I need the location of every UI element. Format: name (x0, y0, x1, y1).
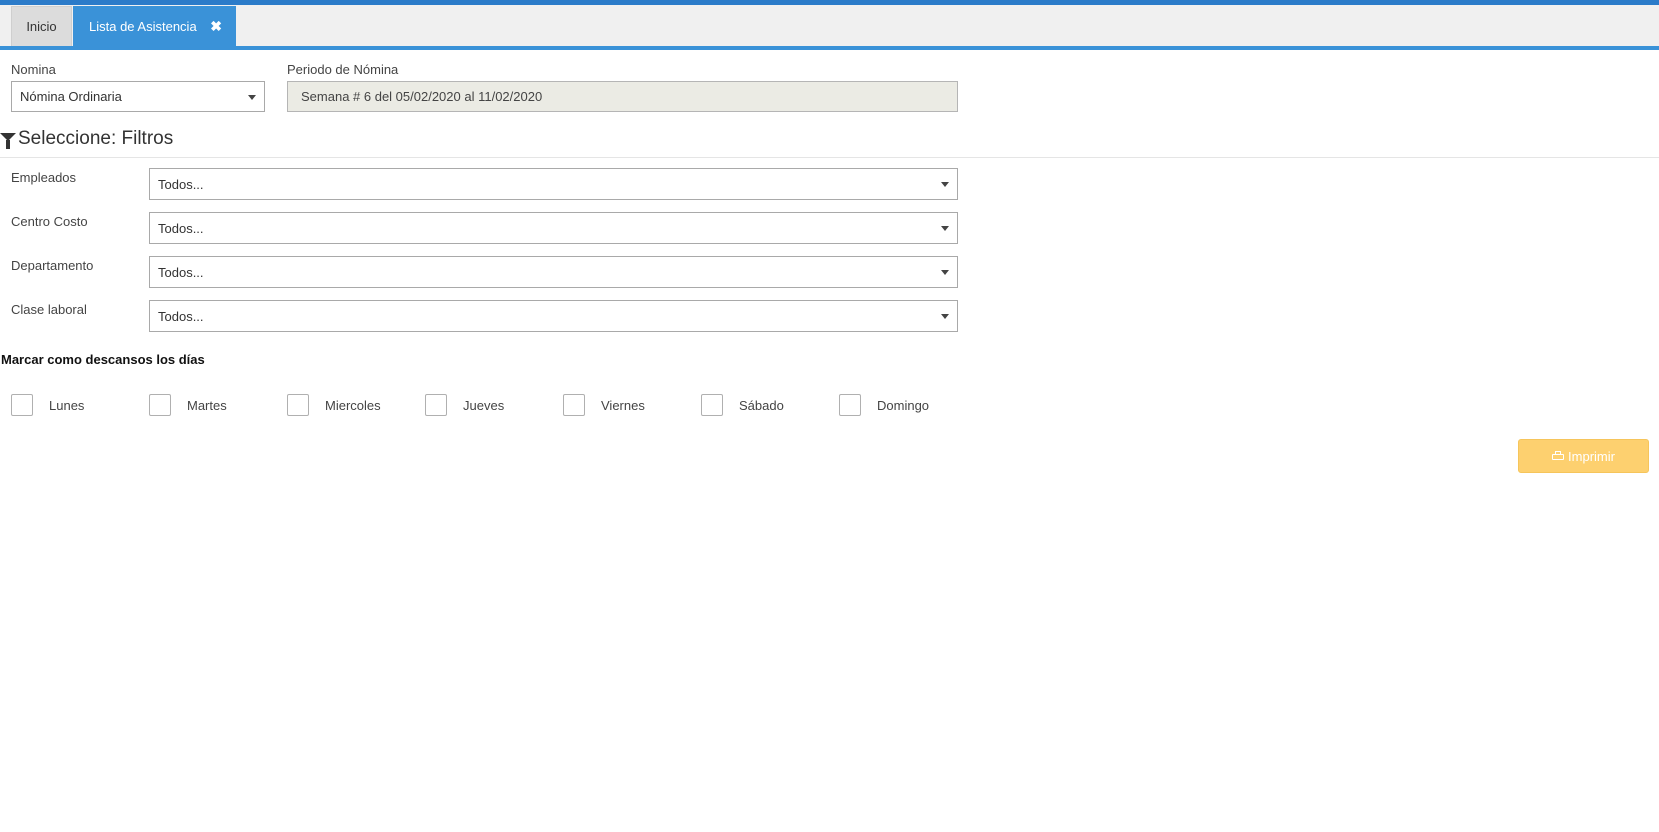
nomina-select-value: Nómina Ordinaria (20, 89, 122, 104)
departamento-select-value: Todos... (158, 264, 204, 280)
filter-label-centro-costo: Centro Costo (11, 214, 88, 229)
chevron-down-icon (941, 226, 949, 231)
tab-strip (0, 5, 1659, 46)
checkbox-sabado[interactable] (701, 394, 723, 416)
filters-title-text: Seleccione: Filtros (18, 128, 174, 149)
checkbox-label-lunes: Lunes (49, 398, 85, 413)
empleados-select[interactable]: Todos... (149, 168, 958, 200)
chevron-down-icon (248, 94, 256, 100)
centro-costo-select-value: Todos... (158, 220, 204, 236)
close-tab-icon[interactable]: ✖ (210, 18, 222, 35)
departamento-select[interactable]: Todos... (149, 256, 958, 288)
nomina-label: Nomina (11, 62, 56, 77)
filters-title: Seleccione: Filtros (0, 128, 173, 150)
filter-label-clase-laboral: Clase laboral (11, 302, 87, 317)
section-divider (0, 157, 1659, 158)
periodo-field: Semana # 6 del 05/02/2020 al 11/02/2020 (287, 81, 958, 112)
tab-inicio[interactable]: Inicio (11, 6, 72, 46)
checkbox-label-jueves: Jueves (463, 398, 505, 413)
clase-laboral-select[interactable]: Todos... (149, 300, 958, 332)
checkbox-label-viernes: Viernes (601, 398, 645, 413)
nomina-select[interactable]: Nómina Ordinaria (11, 81, 265, 112)
checkbox-label-martes: Martes (187, 398, 227, 413)
checkbox-lunes[interactable] (11, 394, 33, 416)
filter-label-empleados: Empleados (11, 170, 77, 185)
checkbox-domingo[interactable] (839, 394, 861, 416)
tab-lista-asistencia[interactable]: Lista de Asistencia ✖ (73, 6, 236, 46)
printer-icon (1552, 451, 1565, 461)
filter-label-departamento: Departamento (11, 258, 94, 273)
centro-costo-select[interactable]: Todos... (149, 212, 958, 244)
checkbox-jueves[interactable] (425, 394, 447, 416)
chevron-down-icon (941, 182, 949, 187)
checkbox-viernes[interactable] (563, 394, 585, 416)
filter-icon (0, 133, 16, 149)
checkbox-label-sabado: Sábado (739, 398, 784, 413)
tab-underline (0, 46, 1659, 50)
periodo-label: Periodo de Nómina (287, 62, 399, 77)
checkbox-martes[interactable] (149, 394, 171, 416)
empleados-select-value: Todos... (158, 176, 204, 192)
chevron-down-icon (941, 270, 949, 275)
rest-days-title: Marcar como descansos los días (1, 352, 205, 367)
print-button-label: Imprimir (1568, 448, 1615, 464)
periodo-value: Semana # 6 del 05/02/2020 al 11/02/2020 (301, 89, 543, 104)
checkbox-miercoles[interactable] (287, 394, 309, 416)
checkbox-label-miercoles: Miercoles (325, 398, 381, 413)
print-button[interactable]: Imprimir (1518, 439, 1649, 473)
tab-inicio-label: Inicio (26, 19, 57, 34)
checkbox-label-domingo: Domingo (877, 398, 930, 413)
tab-lista-asistencia-label: Lista de Asistencia (89, 18, 197, 34)
chevron-down-icon (941, 314, 949, 319)
clase-laboral-select-value: Todos... (158, 308, 204, 324)
